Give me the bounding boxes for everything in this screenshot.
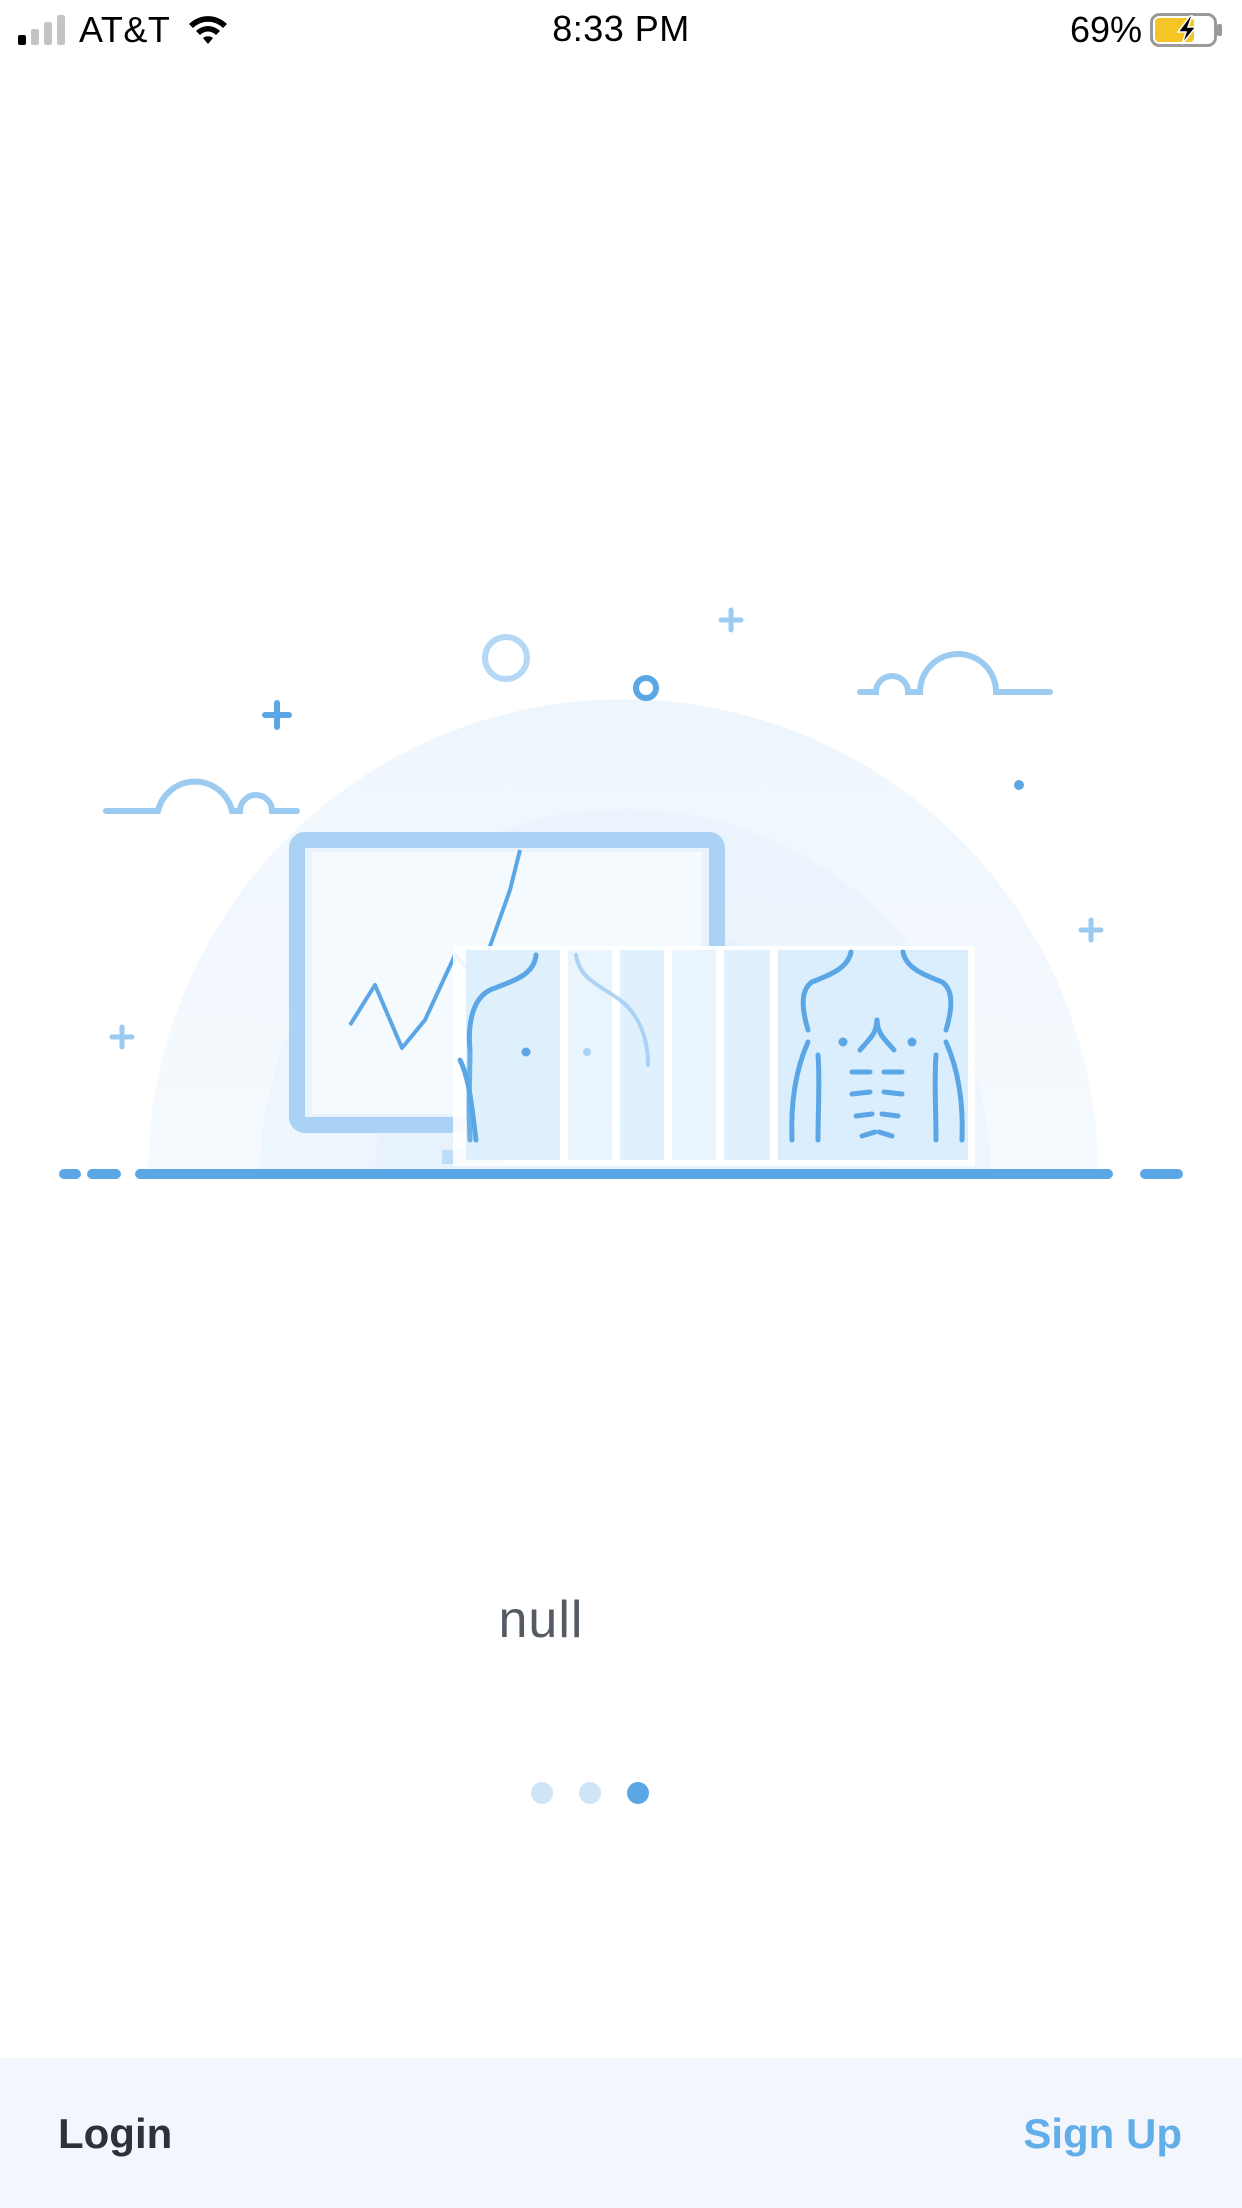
page-dot-2[interactable]: [579, 1782, 601, 1804]
signup-button[interactable]: Sign Up: [1023, 2110, 1182, 2158]
battery-charging-icon: [1150, 13, 1222, 47]
bottom-bar: Login Sign Up: [0, 2058, 1242, 2208]
cloud-right-icon: [857, 651, 1053, 695]
onboarding-screen: AT&T 8:33 PM 69% null Login Sign Up: [0, 0, 1242, 2208]
page-dot-3[interactable]: [627, 1782, 649, 1804]
status-bar: AT&T 8:33 PM 69%: [0, 0, 1242, 60]
status-right: 69%: [1070, 8, 1224, 52]
onboarding-caption: null: [498, 1591, 584, 1649]
body-scan-panel: [453, 946, 975, 1166]
status-time: 8:33 PM: [552, 8, 690, 49]
login-button[interactable]: Login: [58, 2110, 172, 2158]
page-indicator[interactable]: [0, 1782, 1242, 1804]
cloud-left-icon: [103, 778, 300, 814]
onboarding-illustration: [59, 607, 1183, 1179]
page-dot-1[interactable]: [531, 1782, 553, 1804]
battery-percent: 69%: [1069, 9, 1142, 50]
